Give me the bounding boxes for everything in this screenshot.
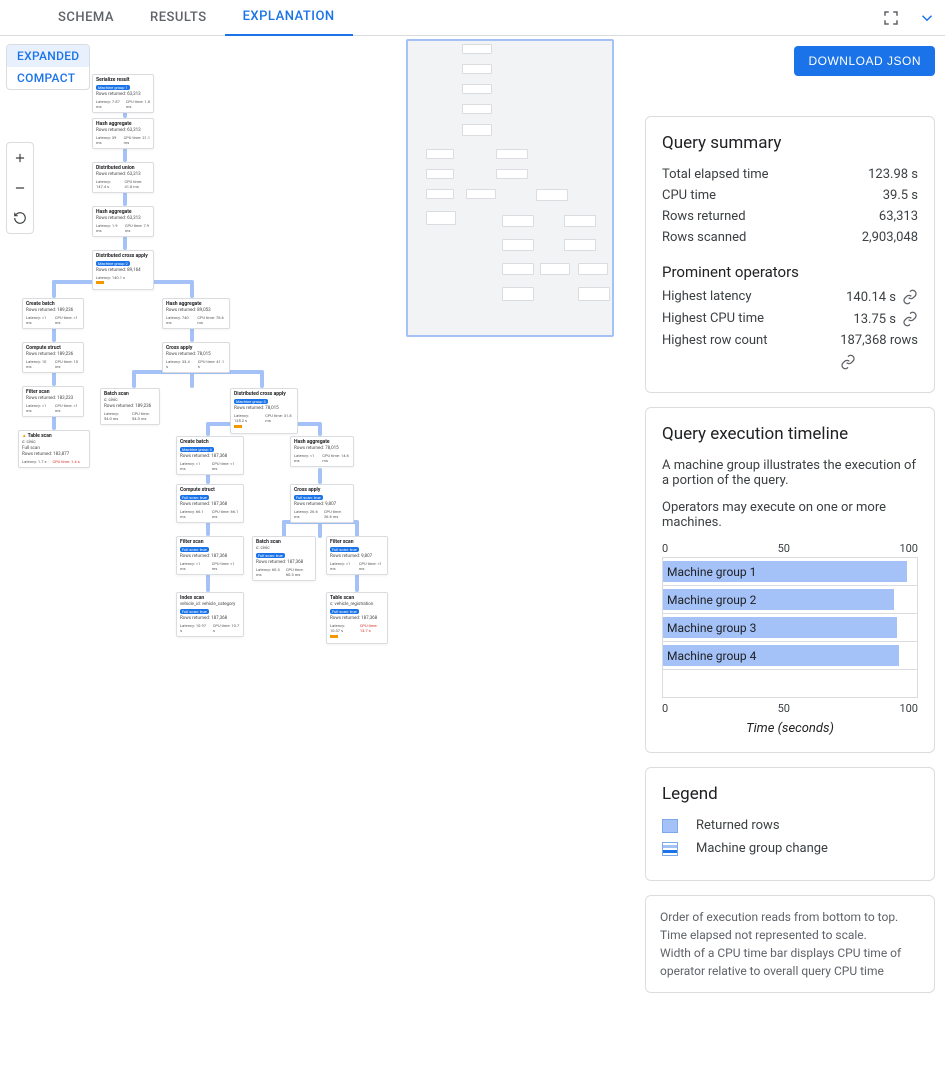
query-summary-title: Query summary [662,133,918,153]
node-table-scan-2[interactable]: Table scan c: vehicle_registration Full … [326,592,388,644]
node-create-batch-2[interactable]: Create batch Machine group 4 Rows return… [176,436,244,475]
download-json-button[interactable]: DOWNLOAD JSON [794,46,935,76]
legend-title: Legend [662,784,918,804]
node-distributed-cross-apply-1[interactable]: Distributed cross apply Machine group 2 … [92,250,154,290]
node-hash-aggregate-4[interactable]: Hash aggregate Rows returned: 78,015 Lat… [290,436,354,467]
tab-results[interactable]: RESULTS [132,0,225,36]
link-icon[interactable] [902,311,918,327]
tab-explanation[interactable]: EXPLANATION [225,0,353,36]
legend-swatch-machine-group-change [662,842,678,856]
legend-card: Legend Returned rows Machine group chang… [645,767,935,881]
node-filter-scan-2[interactable]: Filter scan Full scan: true Rows returne… [176,536,244,575]
node-create-batch-1[interactable]: Create batch Rows returned: 189,236 Late… [22,298,84,329]
query-summary-card: Query summary Total elapsed time123.98 s… [645,116,935,393]
node-index-scan[interactable]: Index scan vehicle_id: vehicle_category … [176,592,244,637]
node-batch-scan-2[interactable]: Batch scan c: civic Full scan: true Rows… [252,536,316,581]
timeline-row [662,670,918,698]
node-table-scan-1[interactable]: ▲ Table scan c: civic Full scan Rows ret… [18,430,90,468]
node-cross-apply-2[interactable]: Cross apply Full scan: true Rows returne… [290,484,354,523]
node-hash-aggregate-3[interactable]: Hash aggregate Rows returned: 89,053 Lat… [162,298,230,329]
notes-card: Order of execution reads from bottom to … [645,895,935,993]
timeline-row[interactable]: Machine group 3 [662,614,918,642]
timeline-row[interactable]: Machine group 2 [662,586,918,614]
node-compute-struct-2[interactable]: Compute struct Full scan: true Rows retu… [176,484,244,523]
node-distributed-cross-apply-2[interactable]: Distributed cross apply Machine group 3 … [230,388,298,434]
prominent-operators-title: Prominent operators [662,263,918,281]
timeline-row[interactable]: Machine group 1 [662,558,918,586]
node-filter-scan-1[interactable]: Filter scan Rows returned: 183,233 Laten… [22,386,84,417]
node-compute-struct-1[interactable]: Compute struct Rows returned: 189,236 La… [22,342,84,373]
node-filter-scan-3[interactable]: Filter scan Full scan: true Rows returne… [326,536,388,575]
timeline-title: Query execution timeline [662,424,918,444]
tab-schema[interactable]: SCHEMA [40,0,132,36]
timeline-row[interactable]: Machine group 4 [662,642,918,670]
timeline-card: Query execution timeline A machine group… [645,407,935,753]
node-batch-scan-1[interactable]: Batch scan c: civic Rows returned: 189,2… [100,388,160,425]
link-icon[interactable] [840,354,856,370]
link-icon[interactable] [902,289,918,305]
legend-swatch-returned-rows [662,819,678,833]
node-serialize-result[interactable]: Serialize result Machine group 1 Rows re… [92,74,154,113]
chevron-down-icon[interactable] [915,6,939,30]
node-hash-aggregate-2[interactable]: Hash aggregate Rows returned: 63,313 Lat… [92,206,154,237]
node-cross-apply-1[interactable]: Cross apply Rows returned: 78,015 Latenc… [162,342,230,373]
timeline-rows: Machine group 1 Machine group 2 Machine … [662,557,918,698]
fullscreen-icon[interactable] [879,6,903,30]
node-distributed-union[interactable]: Distributed union Rows returned: 63,313 … [92,162,154,193]
node-hash-aggregate-1[interactable]: Hash aggregate Rows returned: 63,313 Lat… [92,118,154,149]
plan-canvas[interactable]: Serialize result Machine group 1 Rows re… [0,36,635,1086]
